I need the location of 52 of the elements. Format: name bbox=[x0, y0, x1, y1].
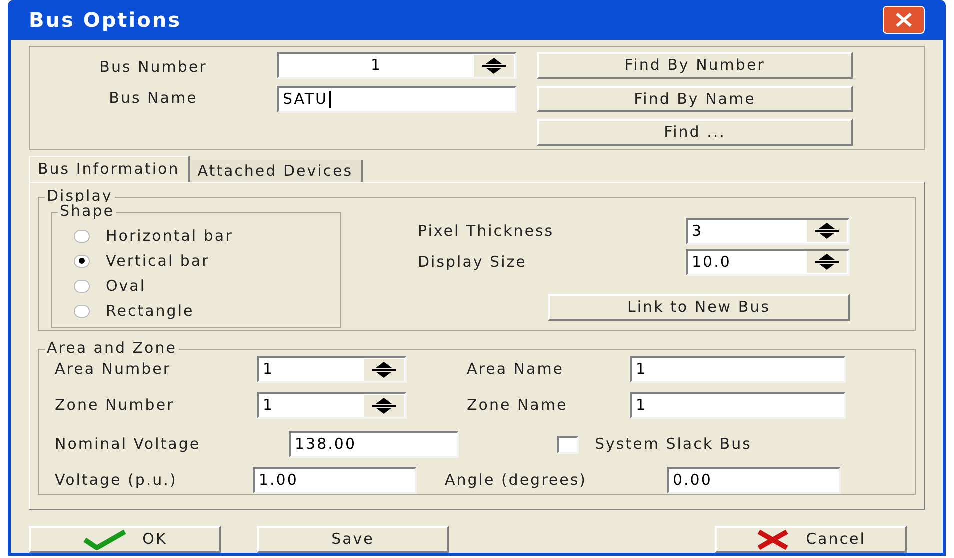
radio-button[interactable] bbox=[74, 230, 90, 242]
spin-arrows-icon[interactable] bbox=[807, 220, 847, 242]
field-label: Zone Name bbox=[467, 395, 569, 416]
field-label: Horizontal bar bbox=[106, 226, 234, 247]
bus-number-spinner[interactable]: 1 bbox=[277, 52, 517, 79]
radio-button[interactable] bbox=[74, 254, 90, 268]
check-icon bbox=[82, 530, 127, 550]
window-title: Bus Options bbox=[29, 7, 182, 34]
tab[interactable]: Attached Devices bbox=[190, 160, 364, 182]
find-button[interactable]: Find By Number bbox=[537, 52, 853, 78]
area-name-field[interactable]: 1 bbox=[630, 356, 846, 383]
group-legend: Shape bbox=[58, 202, 116, 220]
field-label: Angle (degrees) bbox=[445, 470, 588, 492]
tab[interactable]: Bus Information bbox=[29, 156, 190, 182]
spin-arrows-icon[interactable] bbox=[807, 251, 847, 273]
link-button[interactable]: Link to New Bus bbox=[548, 294, 850, 321]
pixel-thickness-spinner[interactable]: 3 bbox=[686, 218, 850, 244]
angle-field[interactable]: 0.00 bbox=[667, 467, 841, 494]
spin-arrows-icon[interactable] bbox=[474, 54, 514, 76]
field-label: Area Number bbox=[55, 359, 172, 380]
field-label: Area Name bbox=[467, 359, 566, 380]
cancel-icon bbox=[756, 530, 790, 550]
field-label: System Slack Bus bbox=[595, 434, 752, 456]
spin-arrows-icon[interactable] bbox=[364, 394, 404, 416]
area-number-spinner[interactable]: 1 bbox=[257, 356, 407, 383]
find-button[interactable]: Find ... bbox=[537, 119, 853, 146]
zone-number-spinner[interactable]: 1 bbox=[257, 392, 407, 419]
checkbox[interactable] bbox=[557, 436, 579, 454]
voltage-field[interactable]: 1.00 bbox=[253, 467, 417, 494]
close-icon bbox=[895, 12, 913, 28]
field-label: Nominal Voltage bbox=[55, 434, 202, 456]
cancel-button[interactable]: Cancel bbox=[715, 526, 907, 553]
save-button[interactable]: Save bbox=[257, 526, 449, 553]
field-label: Pixel Thickness bbox=[418, 220, 556, 242]
field-label: Display Size bbox=[418, 252, 528, 273]
ok-button[interactable]: OK bbox=[29, 526, 221, 553]
close-button[interactable] bbox=[883, 6, 925, 34]
bus-name-field[interactable]: SATU bbox=[277, 86, 517, 113]
find-button[interactable]: Find By Name bbox=[537, 86, 853, 112]
field-label: Zone Number bbox=[55, 395, 176, 416]
field-label: Rectangle bbox=[106, 300, 194, 322]
zone-name-field[interactable]: 1 bbox=[630, 392, 846, 419]
field-label: Vertical bar bbox=[106, 250, 210, 272]
display-size-spinner[interactable]: 10.0 bbox=[686, 248, 850, 276]
field-label: Oval bbox=[106, 276, 146, 297]
nominal-voltage-field[interactable]: 138.00 bbox=[289, 431, 459, 458]
radio-button[interactable] bbox=[74, 304, 90, 318]
field-label: Bus Number bbox=[100, 57, 208, 78]
radio-button[interactable] bbox=[74, 280, 90, 292]
spin-arrows-icon[interactable] bbox=[364, 358, 404, 380]
field-label: Bus Name bbox=[109, 88, 198, 108]
field-label: Voltage (p.u.) bbox=[55, 470, 178, 492]
